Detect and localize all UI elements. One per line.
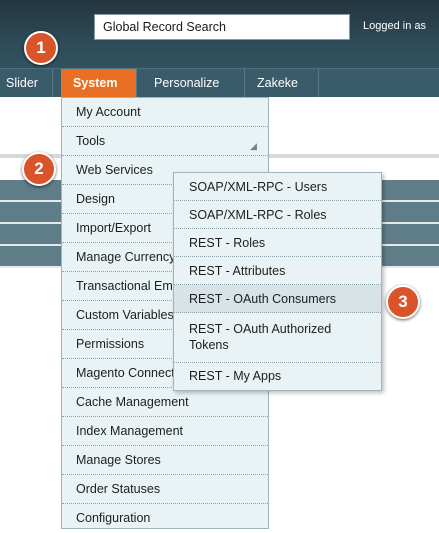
menu-item-order-statuses[interactable]: Order Statuses xyxy=(62,475,268,504)
main-navigation: Slider System Personalize Zakeke xyxy=(0,68,439,97)
submenu-item-soap-roles[interactable]: SOAP/XML-RPC - Roles xyxy=(174,201,381,229)
nav-item-personalize[interactable]: Personalize xyxy=(142,69,245,97)
menu-item-configuration[interactable]: Configuration xyxy=(62,504,268,533)
menu-item-index-management[interactable]: Index Management xyxy=(62,417,268,446)
submenu-item-soap-users[interactable]: SOAP/XML-RPC - Users xyxy=(174,173,381,201)
submenu-item-rest-oauth-consumers[interactable]: REST - OAuth Consumers xyxy=(174,285,381,313)
logged-in-label: Logged in as xyxy=(363,20,426,32)
menu-item-manage-stores[interactable]: Manage Stores xyxy=(62,446,268,475)
step-2-badge: 2 xyxy=(22,152,56,186)
admin-header: Logged in as xyxy=(0,0,439,68)
menu-item-label: Tools xyxy=(76,134,106,148)
nav-item-slider[interactable]: Slider xyxy=(0,69,53,97)
menu-item-tools[interactable]: Tools ◢ xyxy=(62,127,268,156)
nav-item-zakeke[interactable]: Zakeke xyxy=(245,69,319,97)
submenu-item-rest-attributes[interactable]: REST - Attributes xyxy=(174,257,381,285)
nav-item-system[interactable]: System xyxy=(61,69,137,97)
resize-grip-icon: ◢ xyxy=(250,141,257,151)
step-1-badge: 1 xyxy=(24,31,58,65)
step-3-badge: 3 xyxy=(386,285,420,319)
global-search-input[interactable] xyxy=(94,14,350,40)
menu-item-cache-management[interactable]: Cache Management xyxy=(62,388,268,417)
menu-item-my-account[interactable]: My Account xyxy=(62,98,268,127)
web-services-submenu: SOAP/XML-RPC - Users SOAP/XML-RPC - Role… xyxy=(173,172,382,391)
submenu-item-rest-oauth-tokens[interactable]: REST - OAuth Authorized Tokens xyxy=(174,313,381,363)
submenu-item-rest-my-apps[interactable]: REST - My Apps xyxy=(174,363,381,390)
submenu-item-rest-roles[interactable]: REST - Roles xyxy=(174,229,381,257)
